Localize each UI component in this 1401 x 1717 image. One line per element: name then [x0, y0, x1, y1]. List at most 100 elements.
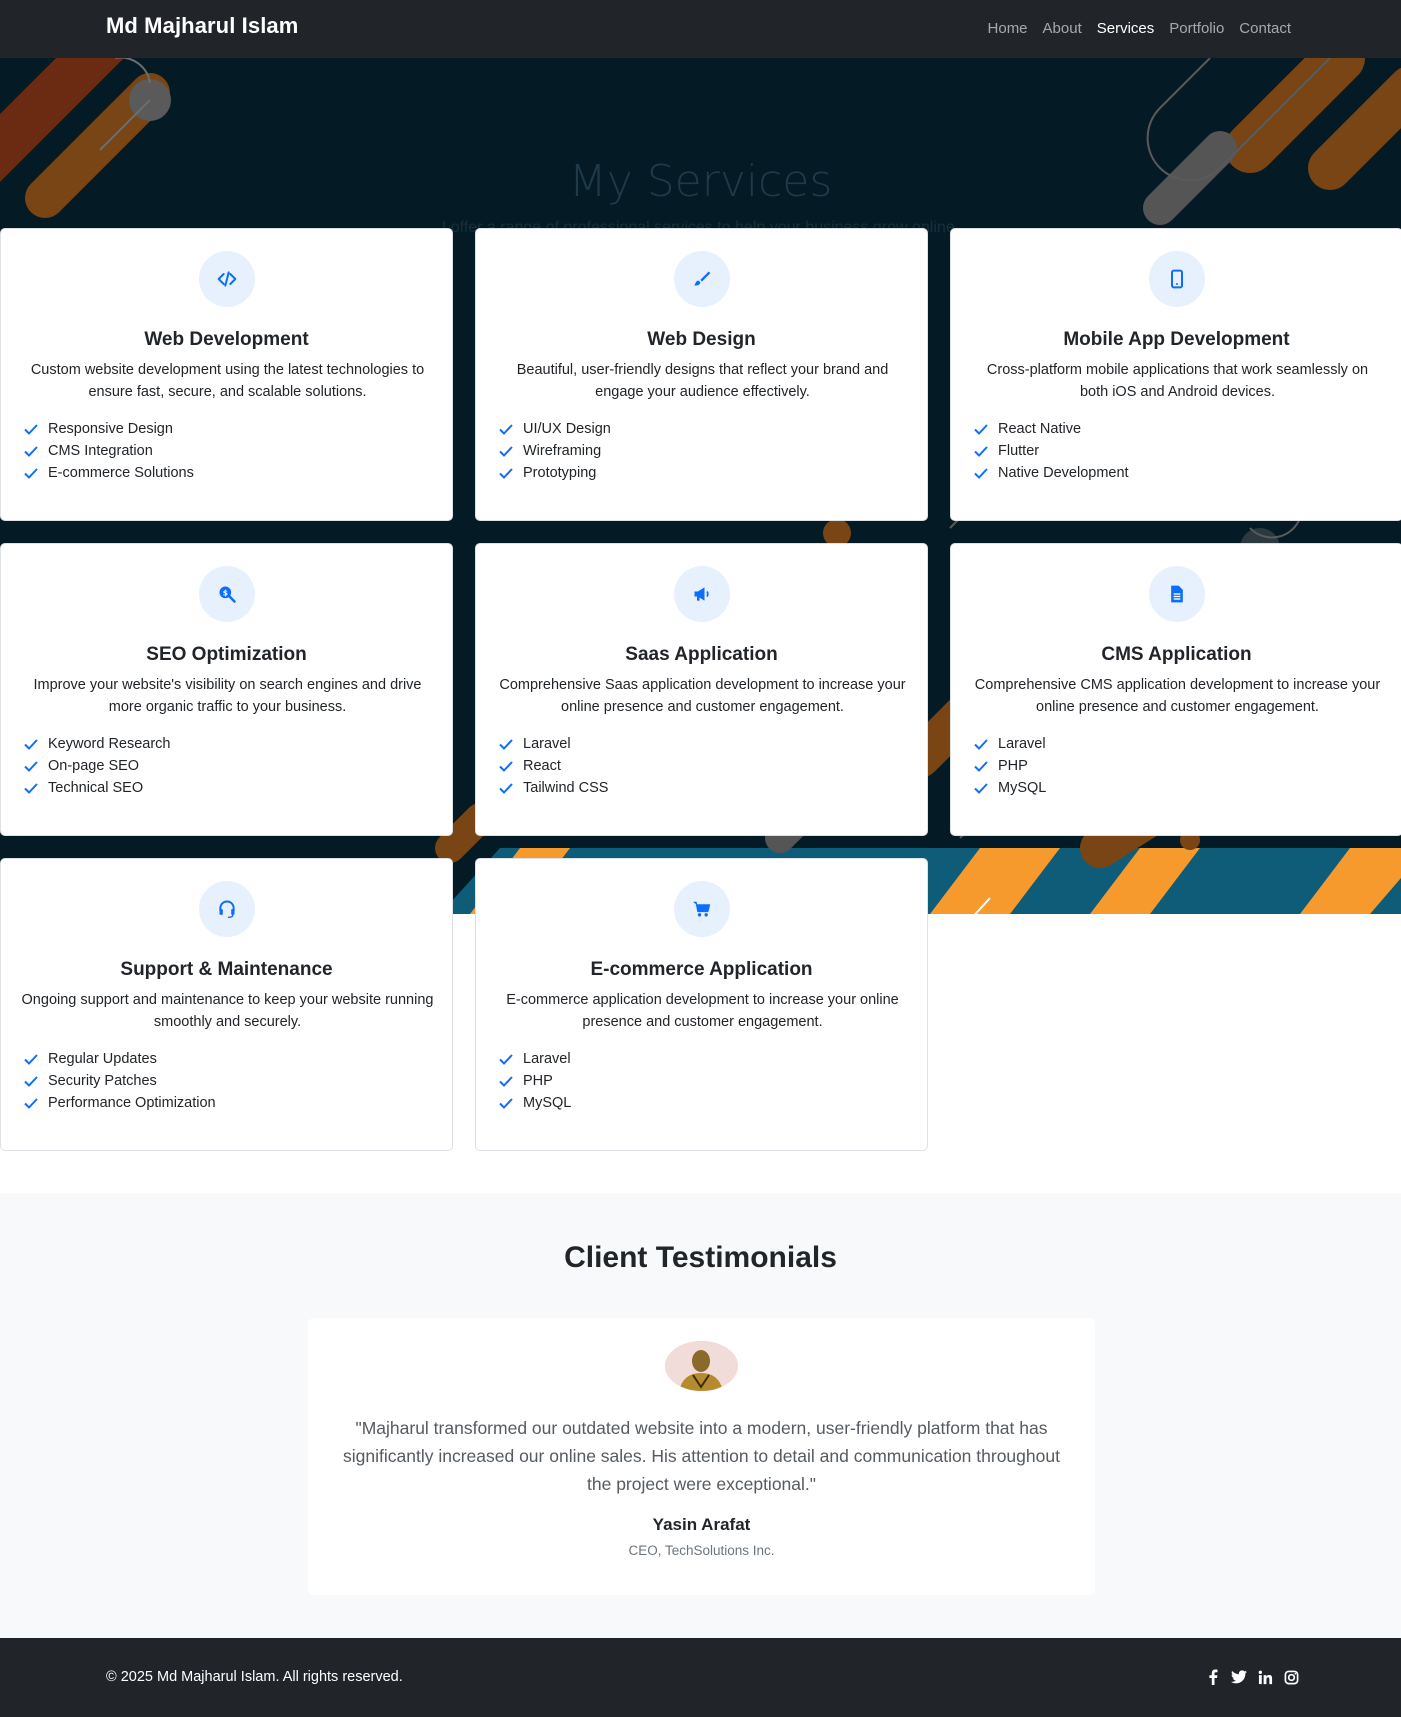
mobile-icon	[1170, 269, 1183, 289]
service-title: Support & Maintenance	[120, 959, 333, 980]
check-icon	[24, 1054, 38, 1065]
testimonial-author-role: CEO, TechSolutions Inc.	[628, 1543, 775, 1558]
feature-item: Regular Updates	[23, 1048, 216, 1070]
feature-item: Prototyping	[498, 462, 611, 484]
service-title: Mobile App Development	[1063, 329, 1290, 350]
headset-icon	[218, 900, 235, 918]
feature-item: Performance Optimization	[23, 1092, 216, 1114]
nav-link-services[interactable]: Services	[1097, 20, 1155, 37]
check-icon	[499, 1098, 513, 1109]
service-title: SEO Optimization	[146, 644, 307, 665]
avatar-photo	[665, 1341, 738, 1391]
brand-logo[interactable]: Md Majharul Islam	[106, 13, 298, 39]
feature-list: Laravel PHP MySQL	[973, 733, 1046, 799]
feature-item: On-page SEO	[23, 755, 171, 777]
code-icon	[217, 271, 236, 287]
check-icon	[24, 761, 38, 772]
testimonial-author-name: Yasin Arafat	[652, 1515, 751, 1534]
check-icon	[499, 468, 513, 479]
nav-link-about[interactable]: About	[1043, 20, 1082, 37]
copyright-text: © 2025 Md Majharul Islam. All rights res…	[106, 1669, 403, 1685]
feature-list: React Native Flutter Native Development	[973, 418, 1129, 484]
icon-circle	[1148, 251, 1205, 307]
check-icon	[499, 761, 513, 772]
icon-circle	[673, 566, 730, 622]
service-card-web-design: Web Design Beautiful, user-friendly desi…	[475, 228, 928, 521]
search-dollar-icon: $	[219, 586, 236, 603]
icon-circle	[673, 251, 730, 307]
feature-item: MySQL	[498, 1092, 571, 1114]
feature-item: CMS Integration	[23, 440, 194, 462]
facebook-icon[interactable]	[1205, 1668, 1221, 1686]
instagram-icon[interactable]	[1283, 1668, 1299, 1686]
check-icon	[24, 446, 38, 457]
check-icon	[24, 468, 38, 479]
footer: © 2025 Md Majharul Islam. All rights res…	[0, 1638, 1401, 1717]
check-icon	[24, 783, 38, 794]
megaphone-icon	[694, 587, 709, 601]
twitter-icon[interactable]	[1231, 1668, 1247, 1686]
check-icon	[499, 1054, 513, 1065]
feature-item: Laravel	[498, 1048, 571, 1070]
feature-item: Technical SEO	[23, 777, 171, 799]
service-description: Beautiful, user-friendly designs that re…	[516, 362, 889, 400]
service-title: Web Design	[647, 329, 756, 350]
service-description: Comprehensive Saas application developme…	[499, 677, 906, 715]
feature-item: Laravel	[498, 733, 608, 755]
testimonials-heading: Client Testimonials	[564, 1241, 837, 1274]
feature-item: Keyword Research	[23, 733, 171, 755]
feature-list: Responsive Design CMS Integration E-comm…	[23, 418, 194, 484]
feature-item: Laravel	[973, 733, 1046, 755]
service-description: Ongoing support and maintenance to keep …	[21, 992, 434, 1030]
icon-circle	[1148, 566, 1205, 622]
check-icon	[24, 424, 38, 435]
service-title: Saas Application	[625, 644, 778, 665]
check-icon	[974, 424, 988, 435]
feature-list: Keyword Research On-page SEO Technical S…	[23, 733, 171, 799]
feature-item: Security Patches	[23, 1070, 216, 1092]
nav-links: Home About Services Portfolio Contact	[988, 20, 1291, 37]
check-icon	[499, 783, 513, 794]
nav-link-contact[interactable]: Contact	[1239, 20, 1291, 37]
avatar	[665, 1341, 738, 1391]
feature-list: Regular Updates Security Patches Perform…	[23, 1048, 216, 1114]
service-card-support: Support & Maintenance Ongoing support an…	[0, 858, 453, 1151]
check-icon	[974, 761, 988, 772]
testimonial-card: "Majharul transformed our outdated websi…	[308, 1318, 1095, 1595]
check-icon	[974, 446, 988, 457]
feature-list: UI/UX Design Wireframing Prototyping	[498, 418, 611, 484]
service-card-ecommerce: E-commerce Application E-commerce applic…	[475, 858, 928, 1151]
page-title: My Services	[568, 156, 833, 207]
icon-circle	[198, 251, 255, 307]
check-icon	[499, 1076, 513, 1087]
feature-list: Laravel PHP MySQL	[498, 1048, 571, 1114]
nav-link-portfolio[interactable]: Portfolio	[1169, 20, 1224, 37]
check-icon	[499, 446, 513, 457]
service-description: Improve your website's visibility on sea…	[33, 677, 422, 715]
file-icon	[1170, 585, 1183, 603]
linkedin-icon[interactable]	[1257, 1668, 1273, 1686]
service-card-web-development: Web Development Custom website developme…	[0, 228, 453, 521]
testimonials-section: Client Testimonials "Majharul transforme…	[0, 1193, 1401, 1638]
feature-item: E-commerce Solutions	[23, 462, 194, 484]
service-description: Custom website development using the lat…	[30, 362, 425, 400]
nav-link-home[interactable]: Home	[988, 20, 1028, 37]
icon-circle: $	[198, 566, 255, 622]
service-description: Comprehensive CMS application developmen…	[974, 677, 1381, 715]
check-icon	[974, 739, 988, 750]
feature-item: MySQL	[973, 777, 1046, 799]
check-icon	[24, 739, 38, 750]
check-icon	[974, 783, 988, 794]
feature-item: Native Development	[973, 462, 1129, 484]
feature-item: React	[498, 755, 608, 777]
feature-list: Laravel React Tailwind CSS	[498, 733, 608, 799]
testimonial-quote: "Majharul transformed our outdated websi…	[343, 1418, 1060, 1494]
check-icon	[974, 468, 988, 479]
feature-item: Responsive Design	[23, 418, 194, 440]
feature-item: PHP	[973, 755, 1046, 777]
paintbrush-icon	[694, 271, 710, 286]
check-icon	[24, 1098, 38, 1109]
social-links	[1205, 1668, 1299, 1686]
feature-item: UI/UX Design	[498, 418, 611, 440]
service-card-mobile-app: Mobile App Development Cross-platform mo…	[950, 228, 1401, 521]
